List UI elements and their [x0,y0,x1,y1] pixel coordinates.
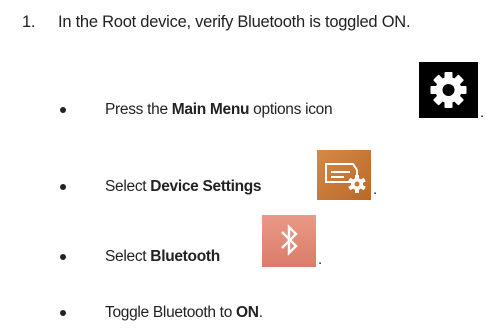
bullet-end-1: . [480,104,485,121]
bullet-dot [60,107,66,113]
bullet-dot [60,310,66,316]
bullet-dot [60,184,66,190]
bluetooth-icon [262,215,316,267]
bullet-prefix: Toggle Bluetooth to [105,304,237,321]
bullet-end-3: . [318,251,323,268]
bullet-bold: Main Menu [171,101,250,118]
bullet-bold: Device Settings [150,178,262,195]
bullet-prefix: Select [105,248,151,265]
step-line: 1. In the Root device, verify Bluetooth i… [22,13,411,32]
bullet-suffix: options icon [249,101,333,118]
step-number: 1. [22,13,36,31]
bullet-end-2: . [373,181,378,198]
gear-icon [419,62,478,118]
step-text: In the Root device, verify Bluetooth is … [58,13,411,31]
bullet-bold: Bluetooth [150,248,220,265]
bullet-prefix: Select [105,178,151,195]
device-settings-icon [317,150,371,200]
bullet-dot [60,254,66,260]
bullet-bold: ON [236,304,259,321]
bullet-prefix: Press the [105,101,172,118]
bullet-end: . [258,304,263,321]
